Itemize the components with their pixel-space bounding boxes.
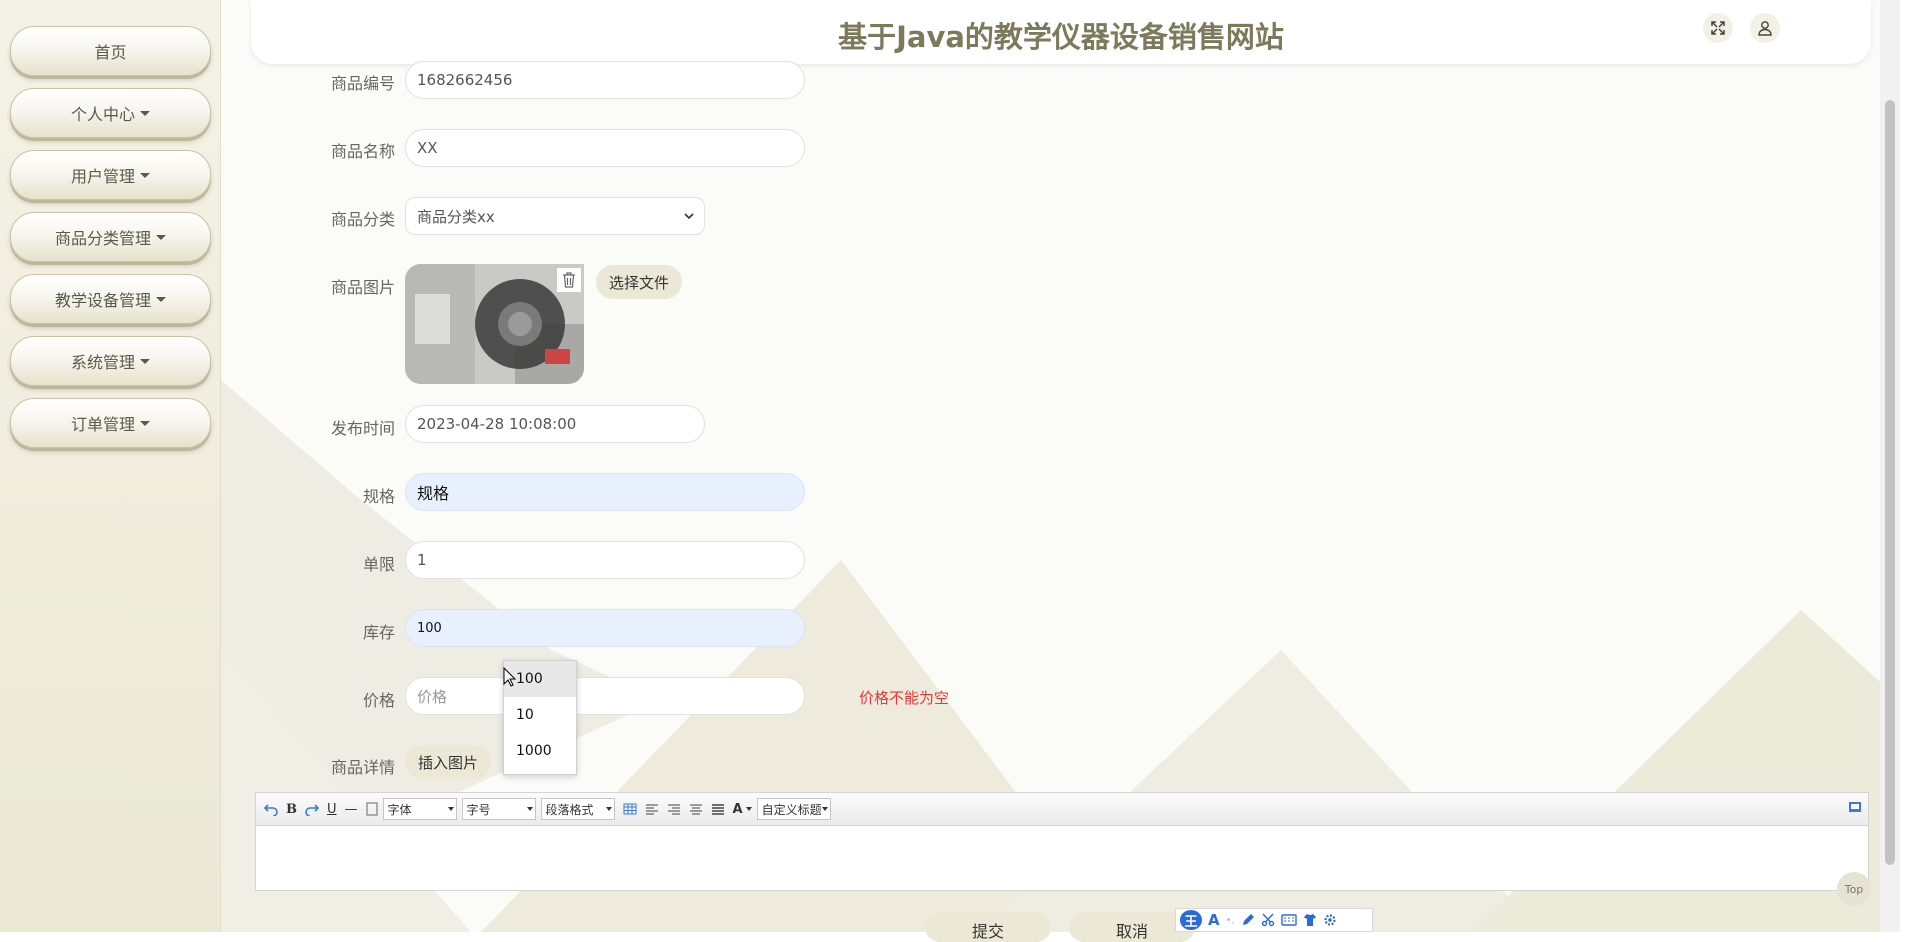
scrollbar-thumb[interactable] bbox=[1885, 100, 1895, 865]
price-error-message: 价格不能为空 bbox=[859, 689, 950, 707]
sidebar-item-label: 个人中心 bbox=[70, 105, 135, 124]
autocomplete-option[interactable]: 10 bbox=[504, 697, 576, 733]
font-color-icon[interactable]: A bbox=[733, 802, 752, 817]
paragraph-format-select[interactable]: 段落格式 bbox=[540, 798, 615, 820]
font-family-label: 字体 bbox=[387, 802, 412, 817]
sidebar-item-category-management[interactable]: 商品分类管理 bbox=[10, 212, 211, 262]
mouse-cursor-icon bbox=[503, 667, 517, 687]
ime-skin-icon[interactable] bbox=[1303, 913, 1317, 927]
site-title: 基于Java的教学仪器设备销售网站 bbox=[838, 20, 1284, 54]
product-name-field[interactable]: XX bbox=[405, 129, 805, 167]
product-code-field[interactable]: 1682662456 bbox=[405, 61, 805, 99]
sidebar-item-order-management[interactable]: 订单管理 bbox=[10, 398, 211, 448]
caret-down-icon bbox=[156, 296, 166, 302]
custom-title-label: 自定义标题 bbox=[761, 802, 822, 817]
sidebar-item-equipment-management[interactable]: 教学设备管理 bbox=[10, 274, 211, 324]
category-label: 商品分类 bbox=[330, 210, 395, 229]
caret-down-icon bbox=[140, 172, 150, 178]
page-icon[interactable] bbox=[366, 802, 378, 816]
sidebar-item-label: 首页 bbox=[94, 43, 127, 62]
submit-button[interactable]: 提交 bbox=[925, 912, 1051, 942]
sidebar-item-home[interactable]: 首页 bbox=[10, 26, 211, 76]
limit-field[interactable]: 1 bbox=[405, 541, 805, 579]
ime-keyboard-icon[interactable] bbox=[1280, 914, 1297, 926]
sidebar: 首页 个人中心 用户管理 商品分类管理 教学设备管理 系统管理 订单管理 bbox=[0, 0, 221, 932]
delete-image-icon[interactable] bbox=[557, 268, 581, 292]
table-icon[interactable] bbox=[623, 803, 637, 815]
custom-title-select[interactable]: 自定义标题 bbox=[756, 798, 831, 820]
insert-image-button[interactable]: 插入图片 bbox=[405, 745, 491, 779]
publish-time-field[interactable]: 2023-04-28 10:08:00 bbox=[405, 405, 705, 443]
ime-toolbar: 王 A •, bbox=[1175, 908, 1373, 932]
choose-file-button[interactable]: 选择文件 bbox=[596, 265, 682, 299]
font-family-select[interactable]: 字体 bbox=[382, 798, 457, 820]
redo-icon[interactable] bbox=[305, 802, 319, 816]
font-size-label: 字号 bbox=[466, 802, 491, 817]
ime-settings-icon[interactable] bbox=[1323, 913, 1337, 927]
sidebar-item-user-management[interactable]: 用户管理 bbox=[10, 150, 211, 200]
ime-punctuation-icon[interactable]: •, bbox=[1226, 915, 1235, 926]
autocomplete-option[interactable]: 1000 bbox=[504, 733, 576, 769]
sidebar-item-system-management[interactable]: 系统管理 bbox=[10, 336, 211, 386]
price-field[interactable]: 价格 bbox=[405, 677, 805, 715]
category-select-value: 商品分类xx bbox=[417, 207, 495, 226]
price-label: 价格 bbox=[362, 691, 395, 710]
paragraph-format-label: 段落格式 bbox=[545, 802, 594, 817]
caret-down-icon bbox=[140, 358, 150, 364]
limit-label: 单限 bbox=[362, 555, 395, 574]
align-center-icon[interactable] bbox=[689, 803, 703, 815]
fullscreen-icon[interactable] bbox=[1703, 13, 1733, 43]
sidebar-item-label: 教学设备管理 bbox=[54, 291, 151, 310]
align-justify-icon[interactable] bbox=[711, 803, 725, 815]
source-mode-icon[interactable] bbox=[1848, 801, 1862, 817]
detail-label: 商品详情 bbox=[330, 758, 395, 777]
product-name-label: 商品名称 bbox=[330, 142, 395, 161]
sidebar-item-label: 用户管理 bbox=[70, 167, 135, 186]
page-scrollbar[interactable] bbox=[1880, 0, 1900, 932]
user-icon[interactable] bbox=[1750, 13, 1780, 43]
image-label: 商品图片 bbox=[330, 278, 395, 297]
product-code-label: 商品编号 bbox=[330, 74, 395, 93]
rich-text-editor[interactable]: B U — 字体 字号 段落格式 A 自定义标题 bbox=[255, 792, 1869, 891]
ime-pen-icon[interactable] bbox=[1241, 913, 1255, 927]
category-select[interactable]: 商品分类xx bbox=[405, 197, 705, 235]
bold-icon[interactable]: B bbox=[286, 802, 297, 817]
align-left-icon[interactable] bbox=[645, 803, 659, 815]
ime-mode-icon[interactable]: A bbox=[1208, 911, 1220, 929]
ime-scissors-icon[interactable] bbox=[1261, 913, 1275, 927]
horizontal-rule-icon[interactable]: — bbox=[345, 802, 358, 817]
sidebar-item-label: 系统管理 bbox=[70, 353, 135, 372]
back-to-top-button[interactable]: Top bbox=[1837, 872, 1871, 906]
font-size-select[interactable]: 字号 bbox=[461, 798, 536, 820]
caret-down-icon bbox=[140, 110, 150, 116]
sidebar-item-label: 商品分类管理 bbox=[54, 229, 151, 248]
spec-label: 规格 bbox=[362, 487, 395, 506]
sidebar-item-label: 订单管理 bbox=[70, 415, 135, 434]
sidebar-item-personal-center[interactable]: 个人中心 bbox=[10, 88, 211, 138]
stock-field[interactable]: 100 bbox=[405, 609, 805, 647]
publish-time-label: 发布时间 bbox=[330, 419, 395, 438]
undo-icon[interactable] bbox=[264, 802, 278, 816]
editor-toolbar: B U — 字体 字号 段落格式 A 自定义标题 bbox=[256, 793, 1868, 826]
caret-down-icon bbox=[156, 234, 166, 240]
ime-logo-icon[interactable]: 王 bbox=[1180, 910, 1202, 930]
caret-down-icon bbox=[140, 420, 150, 426]
align-right-icon[interactable] bbox=[667, 803, 681, 815]
spec-field[interactable]: 规格 bbox=[405, 473, 805, 511]
stock-label: 库存 bbox=[362, 623, 395, 642]
chevron-down-icon bbox=[684, 213, 694, 220]
underline-icon[interactable]: U bbox=[327, 802, 337, 817]
top-header: 基于Java的教学仪器设备销售网站 bbox=[251, 0, 1871, 64]
